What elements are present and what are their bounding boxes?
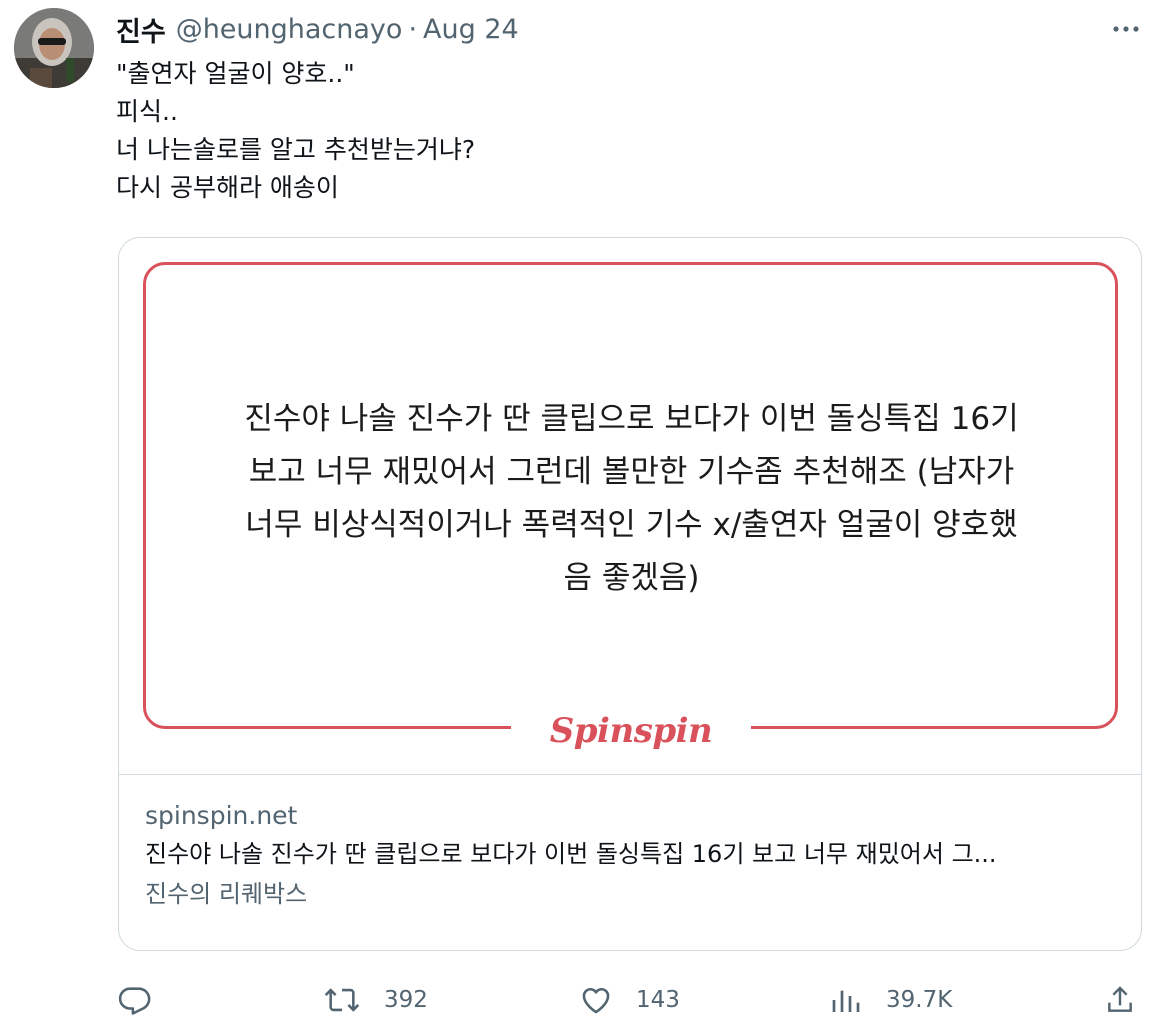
views-button[interactable]: 39.7K	[830, 980, 952, 1020]
separator-dot: ·	[408, 13, 418, 45]
display-name[interactable]: 진수	[116, 10, 166, 49]
tweet-text: "출연자 얼굴이 양호.." 피식.. 너 나는솔로를 알고 추천받는거냐? 다…	[116, 55, 475, 207]
action-bar: 392 143 39.7K	[0, 980, 1174, 1020]
avatar[interactable]	[14, 8, 94, 88]
views-icon	[830, 983, 862, 1017]
retweet-icon	[322, 983, 362, 1017]
avatar-image	[14, 8, 94, 88]
tweet: 진수 @heunghacnayo · Aug 24 "출연자 얼굴이 양호.."…	[0, 0, 1174, 1026]
more-options-icon[interactable]	[1108, 16, 1144, 42]
spinspin-logo: Spinspin	[549, 711, 713, 751]
reply-icon	[118, 983, 152, 1017]
views-count: 39.7K	[886, 987, 953, 1013]
quote-line: 너무 비상식적이거나 폭력적인 기수 x/출연자 얼굴이 양호했	[245, 507, 1018, 543]
tweet-text-line: 피식..	[116, 97, 178, 126]
card-domain: spinspin.net	[145, 801, 298, 830]
card-meta: spinspin.net 진수야 나솔 진수가 딴 클립으로 보다가 이번 돌싱…	[145, 798, 1115, 914]
card-image-quote: 진수야 나솔 진수가 딴 클립으로 보다가 이번 돌싱특집 16기 보고 너무 …	[179, 393, 1084, 605]
card-image[interactable]: Spinspin 진수야 나솔 진수가 딴 클립으로 보다가 이번 돌싱특집 1…	[119, 238, 1141, 775]
share-icon	[1104, 983, 1136, 1017]
tweet-header: 진수 @heunghacnayo · Aug 24	[116, 10, 519, 49]
like-count: 143	[636, 987, 680, 1013]
quote-line: 보고 너무 재밌어서 그런데 볼만한 기수좀 추천해조 (남자가	[248, 454, 1015, 490]
reply-button[interactable]	[118, 980, 152, 1020]
card-description: 진수의 리퀘박스	[145, 880, 308, 908]
retweet-count: 392	[384, 987, 428, 1013]
quote-line: 음 좋겠음)	[563, 560, 700, 596]
like-button[interactable]: 143	[578, 980, 680, 1020]
card-title: 진수야 나솔 진수가 딴 클립으로 보다가 이번 돌싱특집 16기 보고 너무 …	[145, 840, 997, 868]
share-button[interactable]	[1104, 980, 1136, 1020]
retweet-button[interactable]: 392	[322, 980, 428, 1020]
tweet-text-line: 다시 공부해라 애송이	[116, 173, 339, 202]
heart-icon	[578, 983, 614, 1017]
tweet-text-line: 너 나는솔로를 알고 추천받는거냐?	[116, 135, 476, 164]
tweet-text-line: "출연자 얼굴이 양호.."	[116, 59, 355, 88]
timestamp[interactable]: Aug 24	[423, 14, 519, 45]
quote-line: 진수야 나솔 진수가 딴 클립으로 보다가 이번 돌싱특집 16기	[244, 401, 1019, 437]
link-card[interactable]: Spinspin 진수야 나솔 진수가 딴 클립으로 보다가 이번 돌싱특집 1…	[118, 237, 1142, 951]
user-handle[interactable]: @heunghacnayo	[176, 14, 403, 45]
